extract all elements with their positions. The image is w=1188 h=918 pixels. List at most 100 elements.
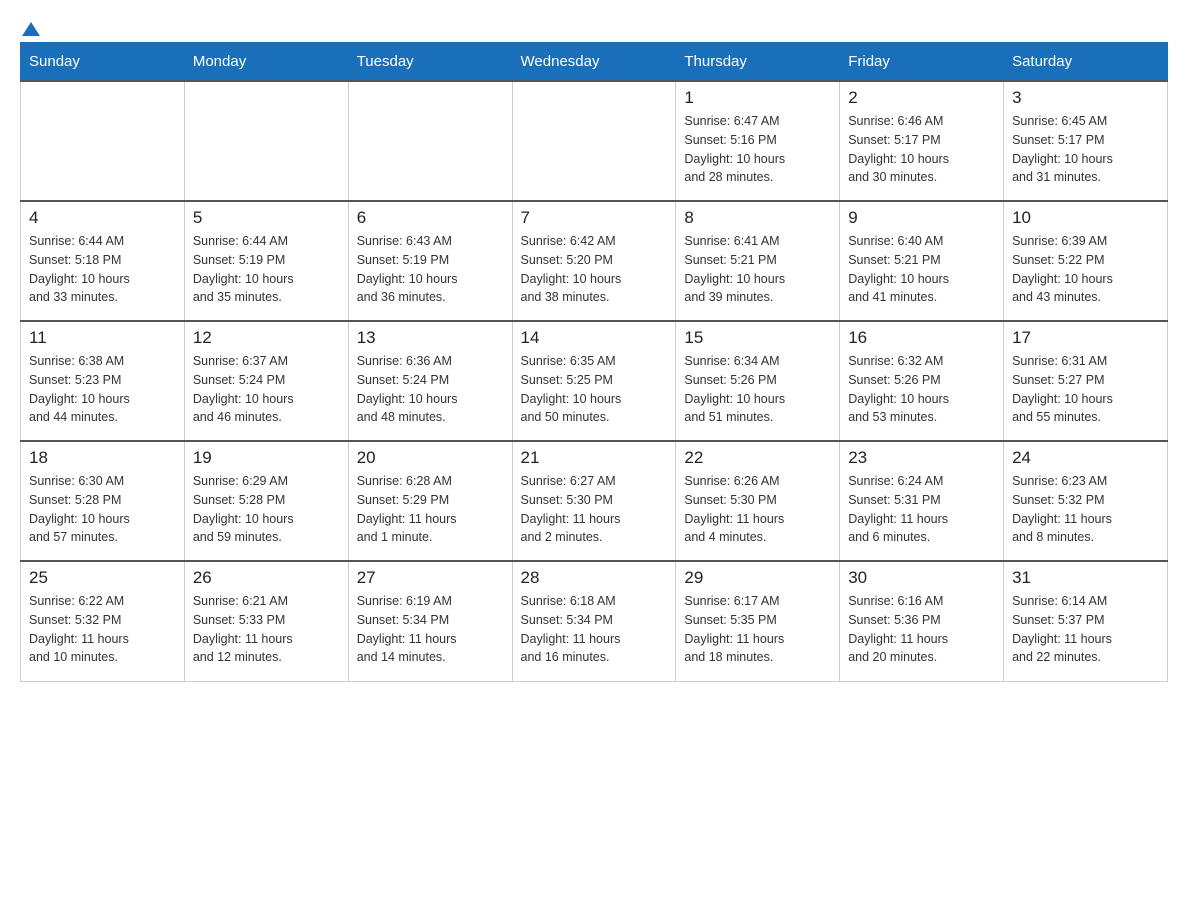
day-cell-6-1-2: 6 Sunrise: 6:43 AM Sunset: 5:19 PM Daylig… [348,201,512,321]
day-cell-19-3-1: 19 Sunrise: 6:29 AM Sunset: 5:28 PM Dayli… [184,441,348,561]
day-info: Sunrise: 6:39 AM Sunset: 5:22 PM Dayligh… [1012,232,1159,307]
day-info: Sunrise: 6:38 AM Sunset: 5:23 PM Dayligh… [29,352,176,427]
day-number: 16 [848,328,995,348]
header-saturday: Saturday [1004,43,1168,82]
header-wednesday: Wednesday [512,43,676,82]
day-number: 13 [357,328,504,348]
day-cell-31-4-6: 31Sunrise: 6:14 AM Sunset: 5:37 PM Dayli… [1004,561,1168,681]
day-info: Sunrise: 6:23 AM Sunset: 5:32 PM Dayligh… [1012,472,1159,547]
day-info: Sunrise: 6:46 AM Sunset: 5:17 PM Dayligh… [848,112,995,187]
day-number: 14 [521,328,668,348]
day-cell-10-1-6: 10 Sunrise: 6:39 AM Sunset: 5:22 PM Dayli… [1004,201,1168,321]
day-cell-16-2-5: 16 Sunrise: 6:32 AM Sunset: 5:26 PM Dayli… [840,321,1004,441]
day-info: Sunrise: 6:44 AM Sunset: 5:19 PM Dayligh… [193,232,340,307]
day-info: Sunrise: 6:24 AM Sunset: 5:31 PM Dayligh… [848,472,995,547]
day-cell-empty-0-0 [21,81,185,201]
day-number: 24 [1012,448,1159,468]
day-cell-18-3-0: 18 Sunrise: 6:30 AM Sunset: 5:28 PM Dayli… [21,441,185,561]
week-row-4: 18 Sunrise: 6:30 AM Sunset: 5:28 PM Dayli… [21,441,1168,561]
day-number: 27 [357,568,504,588]
day-number: 9 [848,208,995,228]
day-info: Sunrise: 6:44 AM Sunset: 5:18 PM Dayligh… [29,232,176,307]
day-info: Sunrise: 6:45 AM Sunset: 5:17 PM Dayligh… [1012,112,1159,187]
day-number: 4 [29,208,176,228]
day-number: 17 [1012,328,1159,348]
header-thursday: Thursday [676,43,840,82]
day-number: 29 [684,568,831,588]
day-info: Sunrise: 6:19 AM Sunset: 5:34 PM Dayligh… [357,592,504,667]
day-info: Sunrise: 6:17 AM Sunset: 5:35 PM Dayligh… [684,592,831,667]
day-info: Sunrise: 6:30 AM Sunset: 5:28 PM Dayligh… [29,472,176,547]
day-cell-28-4-3: 28 Sunrise: 6:18 AM Sunset: 5:34 PM Dayli… [512,561,676,681]
day-number: 8 [684,208,831,228]
day-cell-29-4-4: 29 Sunrise: 6:17 AM Sunset: 5:35 PM Dayli… [676,561,840,681]
day-number: 12 [193,328,340,348]
day-info: Sunrise: 6:36 AM Sunset: 5:24 PM Dayligh… [357,352,504,427]
week-row-5: 25Sunrise: 6:22 AM Sunset: 5:32 PM Dayli… [21,561,1168,681]
day-info: Sunrise: 6:47 AM Sunset: 5:16 PM Dayligh… [684,112,831,187]
day-cell-15-2-4: 15 Sunrise: 6:34 AM Sunset: 5:26 PM Dayli… [676,321,840,441]
day-info: Sunrise: 6:43 AM Sunset: 5:19 PM Dayligh… [357,232,504,307]
day-number: 18 [29,448,176,468]
day-cell-13-2-2: 13 Sunrise: 6:36 AM Sunset: 5:24 PM Dayli… [348,321,512,441]
day-number: 30 [848,568,995,588]
header-tuesday: Tuesday [348,43,512,82]
day-info: Sunrise: 6:42 AM Sunset: 5:20 PM Dayligh… [521,232,668,307]
day-info: Sunrise: 6:26 AM Sunset: 5:30 PM Dayligh… [684,472,831,547]
day-info: Sunrise: 6:21 AM Sunset: 5:33 PM Dayligh… [193,592,340,667]
day-info: Sunrise: 6:40 AM Sunset: 5:21 PM Dayligh… [848,232,995,307]
week-row-3: 11Sunrise: 6:38 AM Sunset: 5:23 PM Dayli… [21,321,1168,441]
day-number: 23 [848,448,995,468]
day-info: Sunrise: 6:35 AM Sunset: 5:25 PM Dayligh… [521,352,668,427]
logo [20,20,40,32]
day-cell-3-0-6: 3Sunrise: 6:45 AM Sunset: 5:17 PM Daylig… [1004,81,1168,201]
day-cell-8-1-4: 8Sunrise: 6:41 AM Sunset: 5:21 PM Daylig… [676,201,840,321]
day-info: Sunrise: 6:37 AM Sunset: 5:24 PM Dayligh… [193,352,340,427]
day-cell-2-0-5: 2 Sunrise: 6:46 AM Sunset: 5:17 PM Daylig… [840,81,1004,201]
calendar-table: SundayMondayTuesdayWednesdayThursdayFrid… [20,42,1168,682]
day-info: Sunrise: 6:29 AM Sunset: 5:28 PM Dayligh… [193,472,340,547]
day-cell-21-3-3: 21Sunrise: 6:27 AM Sunset: 5:30 PM Dayli… [512,441,676,561]
day-cell-27-4-2: 27 Sunrise: 6:19 AM Sunset: 5:34 PM Dayli… [348,561,512,681]
day-number: 20 [357,448,504,468]
day-cell-23-3-5: 23 Sunrise: 6:24 AM Sunset: 5:31 PM Dayli… [840,441,1004,561]
day-cell-12-2-1: 12 Sunrise: 6:37 AM Sunset: 5:24 PM Dayli… [184,321,348,441]
day-cell-empty-0-3 [512,81,676,201]
day-cell-7-1-3: 7Sunrise: 6:42 AM Sunset: 5:20 PM Daylig… [512,201,676,321]
day-cell-11-2-0: 11Sunrise: 6:38 AM Sunset: 5:23 PM Dayli… [21,321,185,441]
day-info: Sunrise: 6:31 AM Sunset: 5:27 PM Dayligh… [1012,352,1159,427]
week-row-2: 4 Sunrise: 6:44 AM Sunset: 5:18 PM Daylig… [21,201,1168,321]
day-number: 2 [848,88,995,108]
header-friday: Friday [840,43,1004,82]
day-cell-30-4-5: 30 Sunrise: 6:16 AM Sunset: 5:36 PM Dayli… [840,561,1004,681]
header-monday: Monday [184,43,348,82]
day-number: 10 [1012,208,1159,228]
day-number: 25 [29,568,176,588]
day-cell-5-1-1: 5Sunrise: 6:44 AM Sunset: 5:19 PM Daylig… [184,201,348,321]
calendar-header: SundayMondayTuesdayWednesdayThursdayFrid… [21,43,1168,82]
day-number: 1 [684,88,831,108]
day-number: 21 [521,448,668,468]
day-info: Sunrise: 6:34 AM Sunset: 5:26 PM Dayligh… [684,352,831,427]
day-cell-4-1-0: 4 Sunrise: 6:44 AM Sunset: 5:18 PM Daylig… [21,201,185,321]
day-info: Sunrise: 6:32 AM Sunset: 5:26 PM Dayligh… [848,352,995,427]
day-cell-26-4-1: 26Sunrise: 6:21 AM Sunset: 5:33 PM Dayli… [184,561,348,681]
day-number: 28 [521,568,668,588]
day-number: 22 [684,448,831,468]
day-number: 19 [193,448,340,468]
day-number: 15 [684,328,831,348]
day-cell-24-3-6: 24 Sunrise: 6:23 AM Sunset: 5:32 PM Dayli… [1004,441,1168,561]
day-cell-14-2-3: 14 Sunrise: 6:35 AM Sunset: 5:25 PM Dayli… [512,321,676,441]
day-cell-17-2-6: 17 Sunrise: 6:31 AM Sunset: 5:27 PM Dayli… [1004,321,1168,441]
day-cell-22-3-4: 22 Sunrise: 6:26 AM Sunset: 5:30 PM Dayli… [676,441,840,561]
day-info: Sunrise: 6:16 AM Sunset: 5:36 PM Dayligh… [848,592,995,667]
day-number: 6 [357,208,504,228]
day-cell-25-4-0: 25Sunrise: 6:22 AM Sunset: 5:32 PM Dayli… [21,561,185,681]
header-sunday: Sunday [21,43,185,82]
day-number: 31 [1012,568,1159,588]
calendar-body: 1 Sunrise: 6:47 AM Sunset: 5:16 PM Daylig… [21,81,1168,681]
day-cell-9-1-5: 9 Sunrise: 6:40 AM Sunset: 5:21 PM Daylig… [840,201,1004,321]
day-cell-20-3-2: 20Sunrise: 6:28 AM Sunset: 5:29 PM Dayli… [348,441,512,561]
day-info: Sunrise: 6:18 AM Sunset: 5:34 PM Dayligh… [521,592,668,667]
day-cell-empty-0-1 [184,81,348,201]
